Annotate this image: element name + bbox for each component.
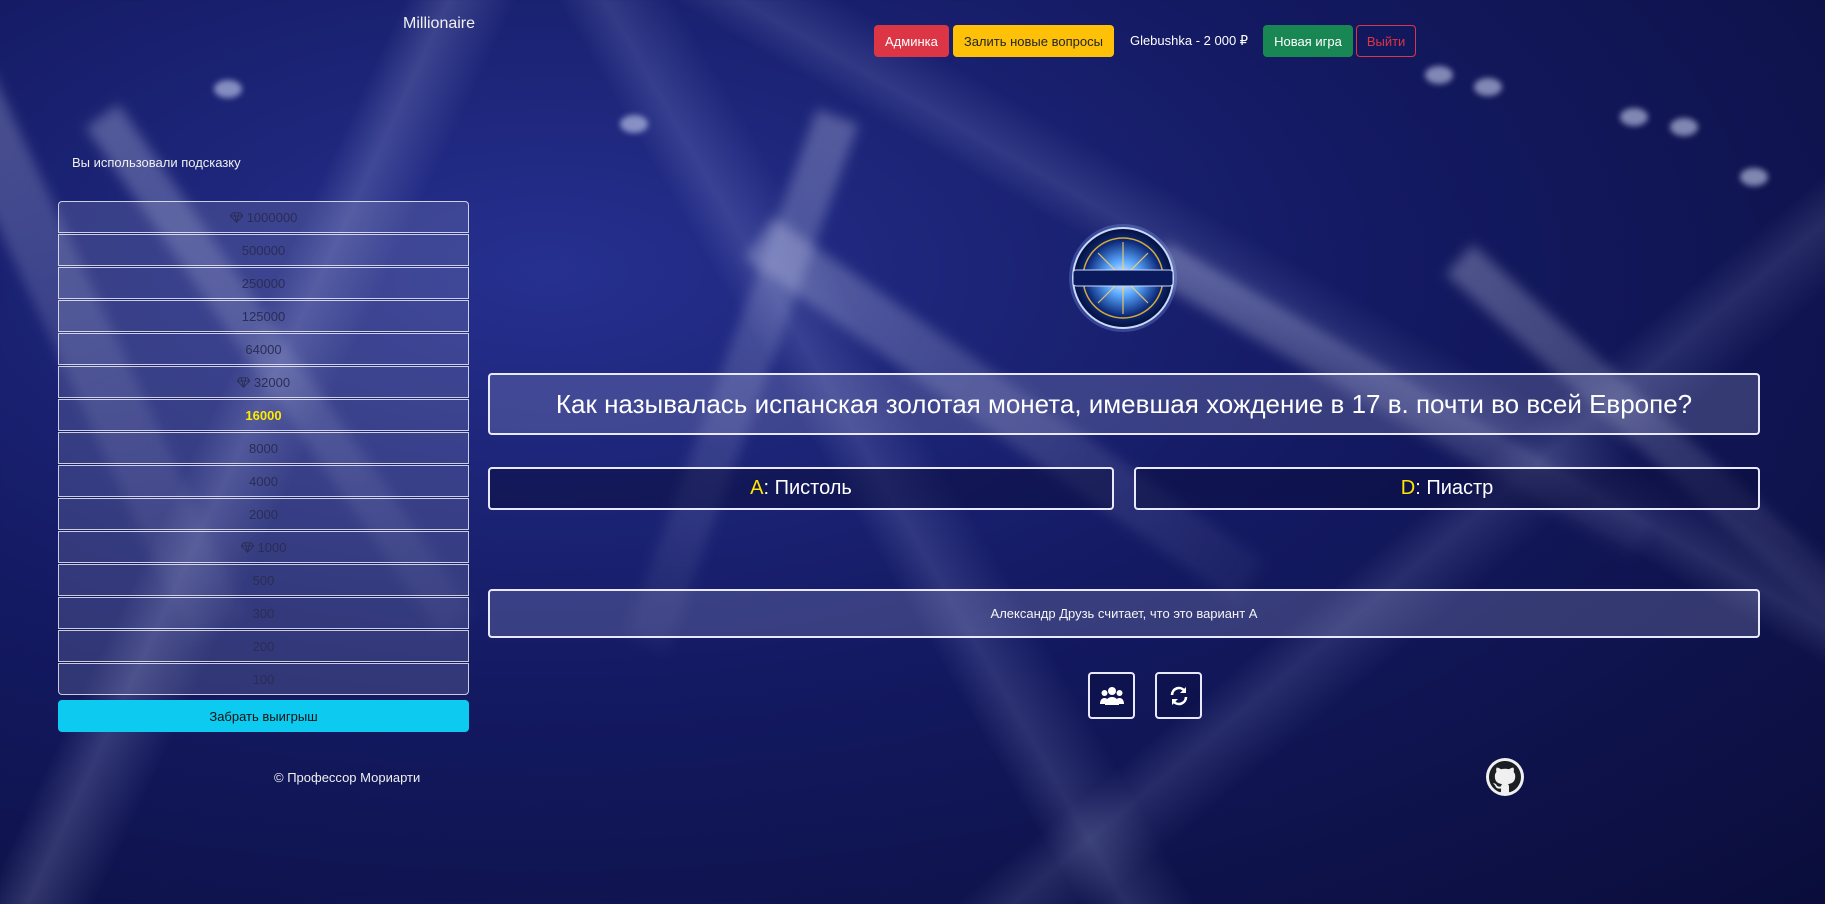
prize-rung: 8000 (58, 432, 469, 464)
prize-rung: 200 (58, 630, 469, 662)
logout-button[interactable]: Выйти (1355, 25, 1417, 57)
prize-amount: 200 (252, 638, 275, 654)
copyright-text: © Профессор Мориарти (274, 770, 421, 785)
friend-hint-box: Александр Друзь считает, что это вариант… (488, 589, 1760, 638)
prize-rung: 300 (58, 597, 469, 629)
prize-rung-current: 16000 (58, 399, 469, 431)
answer-separator: : (763, 477, 775, 499)
stage-spotlight (214, 80, 242, 98)
prize-amount: 2000 (249, 506, 278, 522)
stage-spotlight (1620, 108, 1648, 126)
prize-rung: 2000 (58, 498, 469, 530)
stage-spotlight (1740, 168, 1768, 186)
answer-text: Пиастр (1426, 477, 1494, 499)
users-icon (1099, 686, 1124, 705)
upload-questions-button[interactable]: Залить новые вопросы (952, 25, 1114, 57)
github-link[interactable] (1486, 758, 1524, 796)
prize-amount: 500000 (241, 242, 286, 258)
stage-spotlight (1474, 78, 1502, 96)
millionaire-logo (1069, 224, 1177, 332)
prize-amount: 16000 (245, 407, 282, 423)
ask-audience-button[interactable] (1088, 672, 1135, 719)
prize-amount: 250000 (241, 275, 286, 291)
hint-used-message: Вы использовали подсказку (72, 155, 241, 170)
top-navbar: Админка Залить новые вопросы Glebushka -… (874, 25, 1417, 57)
prize-amount: 100 (252, 671, 275, 687)
answer-option-a[interactable]: A: Пистоль (488, 467, 1114, 510)
prize-rung: 500 (58, 564, 469, 596)
swap-question-button[interactable] (1155, 672, 1202, 719)
answer-letter: A (750, 477, 764, 499)
take-winnings-button[interactable]: Забрать выигрыш (58, 700, 469, 732)
answer-text: Пистоль (774, 477, 852, 499)
prize-amount: 500 (252, 572, 275, 588)
question-text: Как называлась испанская золотая монета,… (488, 373, 1760, 435)
prize-rung: 1000000 (58, 201, 469, 233)
prize-amount: 1000000 (246, 209, 298, 225)
diamond-icon (229, 211, 243, 223)
light-beam (1445, 244, 1825, 636)
prize-amount: 125000 (241, 308, 286, 324)
prize-ladder: 1000000 500000 250000 125000 64000 32000… (58, 201, 469, 696)
prize-rung: 500000 (58, 234, 469, 266)
prize-amount: 4000 (249, 473, 278, 489)
new-game-button[interactable]: Новая игра (1263, 25, 1353, 57)
answer-letter: D (1400, 477, 1416, 499)
prize-amount: 8000 (249, 440, 278, 456)
prize-rung: 1000 (58, 531, 469, 563)
stage-spotlight (1670, 118, 1698, 136)
prize-amount: 1000 (257, 539, 287, 555)
admin-button[interactable]: Админка (874, 25, 949, 57)
prize-rung: 125000 (58, 300, 469, 332)
prize-rung: 32000 (58, 366, 469, 398)
stage-spotlight (1425, 66, 1453, 84)
answer-separator: : (1415, 477, 1427, 499)
prize-amount: 300 (252, 605, 275, 621)
prize-amount: 64000 (245, 341, 282, 357)
github-icon (1489, 761, 1521, 793)
prize-rung: 64000 (58, 333, 469, 365)
prize-rung: 4000 (58, 465, 469, 497)
stage-spotlight (620, 115, 648, 133)
diamond-icon (236, 376, 250, 388)
user-balance: Glebushka - 2 000 ₽ (1129, 33, 1249, 48)
prize-amount: 32000 (253, 374, 291, 390)
answer-option-d[interactable]: D: Пиастр (1134, 467, 1760, 510)
refresh-icon (1170, 686, 1187, 705)
diamond-icon (240, 541, 254, 553)
brand-title[interactable]: Millionaire (403, 15, 475, 33)
prize-rung: 250000 (58, 267, 469, 299)
prize-rung: 100 (58, 663, 469, 695)
